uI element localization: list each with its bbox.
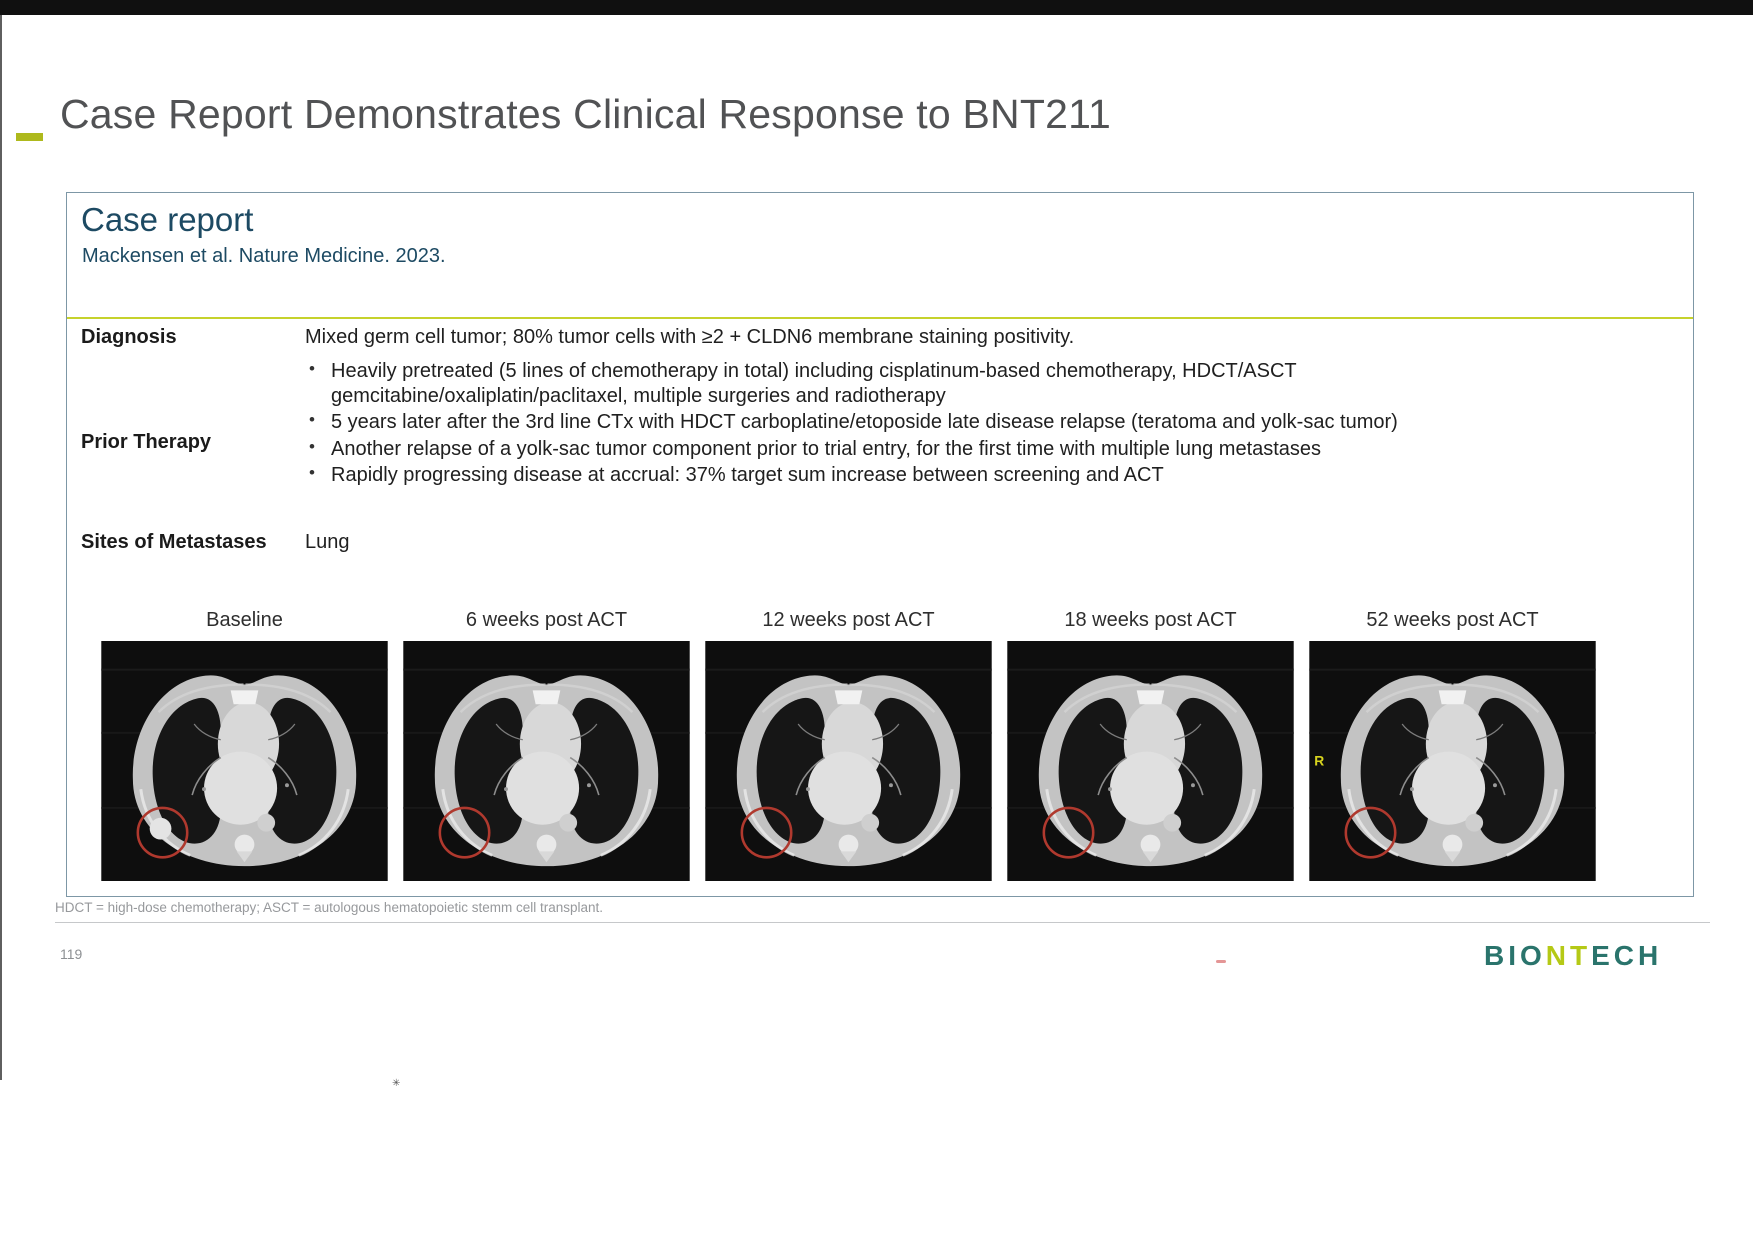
case-report-heading: Case report	[81, 201, 254, 238]
ct-scan-image: R	[101, 641, 388, 881]
heart	[1412, 751, 1486, 825]
case-report-box: Case report Mackensen et al. Nature Medi…	[66, 192, 1694, 897]
scan-artifact-speck: ✳	[392, 1078, 401, 1089]
heart	[1110, 751, 1184, 825]
sites-of-metastases-label: Sites of Metastases	[81, 531, 267, 553]
diagnosis-value: Mixed germ cell tumor; 80% tumor cells w…	[305, 326, 1075, 348]
ct-scan-card: 52 weeks post ACT R	[1309, 609, 1596, 881]
slide-title: Case Report Demonstrates Clinical Respon…	[60, 91, 1112, 137]
scan-artifact-top-bar	[0, 0, 1753, 15]
ct-scan-image: R	[403, 641, 690, 881]
sites-of-metastases-value: Lung	[305, 531, 350, 553]
prior-therapy-label: Prior Therapy	[81, 431, 212, 453]
scan-artifact-red-speck	[1216, 960, 1226, 963]
ct-scan-card: Baseline	[101, 609, 388, 881]
tumor-nodule	[149, 817, 172, 840]
prior-therapy-item: 5 years later after the 3rd line CTx wit…	[305, 409, 1505, 435]
footnote: HDCT = high-dose chemotherapy; ASCT = au…	[55, 900, 1710, 923]
ct-scan-image: R	[1007, 641, 1294, 881]
logo-text-bio: BIO	[1484, 940, 1546, 971]
case-report-citation: Mackensen et al. Nature Medicine. 2023.	[82, 245, 446, 267]
heart	[506, 751, 580, 825]
heart	[808, 751, 882, 825]
ct-scan-image: R	[705, 641, 992, 881]
orientation-r-marker: R	[1314, 752, 1324, 768]
diagnosis-label: Diagnosis	[81, 326, 177, 348]
ct-scan-caption: 52 weeks post ACT	[1366, 609, 1539, 631]
ct-scan-caption: Baseline	[206, 609, 283, 631]
scan-artifact-left-edge	[0, 15, 2, 1080]
ct-scan-caption: 18 weeks post ACT	[1064, 609, 1237, 631]
title-accent-dash	[16, 133, 43, 141]
ct-scan-caption: 12 weeks post ACT	[762, 609, 935, 631]
ct-scan-card: 18 weeks post ACT	[1007, 609, 1294, 881]
prior-therapy-item: Rapidly progressing disease at accrual: …	[305, 462, 1505, 488]
ct-scan-card: 12 weeks post ACT	[705, 609, 992, 881]
ct-scan-image: R	[1309, 641, 1596, 881]
prior-therapy-item: Another relapse of a yolk-sac tumor comp…	[305, 436, 1505, 462]
ct-scan-caption: 6 weeks post ACT	[465, 609, 628, 631]
logo-text-ech: ECH	[1591, 940, 1663, 971]
prior-therapy-list: Heavily pretreated (5 lines of chemother…	[305, 358, 1505, 489]
accent-divider-line	[67, 317, 1693, 319]
ct-scan-row: Baseline 6 weeks post ACT 12 weeks post …	[101, 609, 1596, 881]
heart	[204, 751, 278, 825]
slide-page: Case Report Demonstrates Clinical Respon…	[0, 0, 1753, 1240]
page-number: 119	[60, 946, 83, 962]
biontech-logo: BIONTECH	[1484, 940, 1662, 972]
ct-scan-card: 6 weeks post ACT	[403, 609, 690, 881]
logo-text-nt: NT	[1545, 940, 1592, 971]
prior-therapy-item: Heavily pretreated (5 lines of chemother…	[305, 358, 1505, 409]
